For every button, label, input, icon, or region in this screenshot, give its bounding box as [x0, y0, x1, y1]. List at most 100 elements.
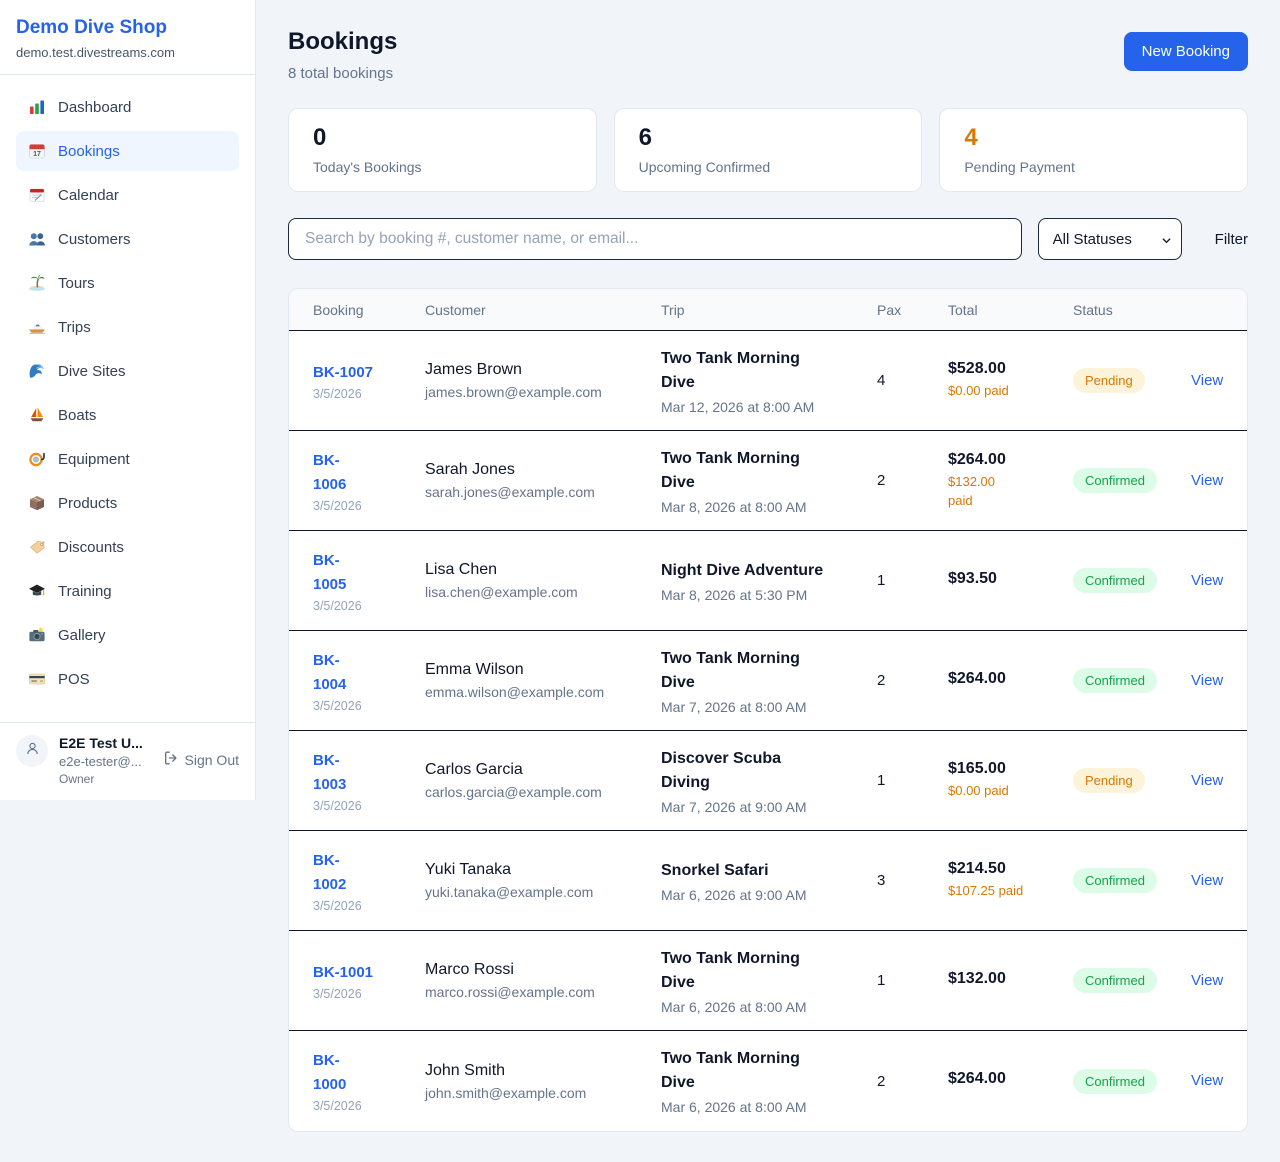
total-amount: $93.50	[948, 570, 1073, 588]
customer-cell: John Smithjohn.smith@example.com	[425, 1062, 661, 1101]
sidebar-item-equipment[interactable]: Equipment	[16, 439, 239, 479]
booking-number-link[interactable]: BK-1002	[313, 849, 351, 897]
pax-value: 1	[877, 972, 948, 989]
sidebar-item-products[interactable]: Products	[16, 483, 239, 523]
status-filter-select[interactable]: All Statuses	[1038, 218, 1182, 260]
sign-out-button[interactable]: Sign Out	[163, 750, 239, 769]
column-header-status: Status	[1073, 302, 1191, 318]
customer-cell: Lisa Chenlisa.chen@example.com	[425, 561, 661, 600]
column-header-pax: Pax	[877, 302, 948, 318]
view-link[interactable]: View	[1191, 872, 1223, 889]
trip-time: Mar 6, 2026 at 9:00 AM	[661, 887, 877, 903]
sidebar: Demo Dive Shop demo.test.divestreams.com…	[0, 0, 256, 800]
dashboard-icon	[28, 98, 46, 116]
status-badge: Pending	[1073, 368, 1145, 393]
trip-name: Night Dive Adventure	[661, 559, 827, 583]
sidebar-item-training[interactable]: Training	[16, 571, 239, 611]
customer-name: John Smith	[425, 1062, 661, 1080]
view-link[interactable]: View	[1191, 1072, 1223, 1089]
equipment-icon	[28, 450, 46, 468]
booking-cell: BK-10033/5/2026	[313, 749, 425, 813]
boats-icon	[28, 406, 46, 424]
sidebar-item-calendar[interactable]: Calendar	[16, 175, 239, 215]
booking-cell: BK-1000 3/5/2026	[313, 1049, 425, 1113]
sidebar-item-customers[interactable]: Customers	[16, 219, 239, 259]
status-cell: Confirmed	[1073, 668, 1191, 693]
actions-cell: View	[1191, 772, 1223, 790]
view-link[interactable]: View	[1191, 772, 1223, 789]
booking-cell: BK-10053/5/2026	[313, 549, 425, 613]
trip-cell: Two Tank Morning DiveMar 8, 2026 at 8:00…	[661, 447, 877, 515]
pax-value: 4	[877, 372, 948, 389]
sidebar-item-label: Discounts	[58, 539, 124, 556]
stat-card-pending-payment: 4 Pending Payment	[939, 108, 1248, 192]
filter-row: All Statuses Filter	[288, 218, 1248, 260]
booking-number-link[interactable]: BK-1001	[313, 964, 373, 981]
view-link[interactable]: View	[1191, 572, 1223, 589]
view-link[interactable]: View	[1191, 672, 1223, 689]
stat-label: Today's Bookings	[313, 159, 572, 175]
trip-time: Mar 12, 2026 at 8:00 AM	[661, 399, 877, 415]
sidebar-item-tours[interactable]: Tours	[16, 263, 239, 303]
sidebar-item-label: Products	[58, 495, 117, 512]
pos-icon	[28, 670, 46, 688]
booking-date: 3/5/2026	[313, 1099, 425, 1113]
booking-cell: BK-10063/5/2026	[313, 449, 425, 513]
booking-number-link[interactable]: BK-1006	[313, 449, 351, 497]
paid-amount: $107.25 paid	[948, 882, 1073, 901]
customer-name: Emma Wilson	[425, 661, 661, 679]
customer-email: emma.wilson@example.com	[425, 684, 661, 700]
customer-name: Marco Rossi	[425, 961, 661, 979]
booking-number-link[interactable]: BK-1007	[313, 364, 373, 381]
total-amount: $264.00	[948, 670, 1073, 688]
stat-value: 4	[964, 124, 1223, 152]
customer-email: carlos.garcia@example.com	[425, 784, 661, 800]
trip-time: Mar 8, 2026 at 5:30 PM	[661, 587, 877, 603]
pax-value: 2	[877, 1073, 948, 1090]
column-header-booking: Booking	[313, 302, 425, 318]
filter-button[interactable]: Filter	[1215, 231, 1248, 248]
customer-cell: Sarah Jonessarah.jones@example.com	[425, 461, 661, 500]
sidebar-item-dive-sites[interactable]: Dive Sites	[16, 351, 239, 391]
training-icon	[28, 582, 46, 600]
booking-date: 3/5/2026	[313, 987, 425, 1001]
total-cell: $93.50	[948, 570, 1073, 592]
products-icon	[28, 494, 46, 512]
new-booking-button[interactable]: New Booking	[1124, 32, 1248, 71]
booking-number-link[interactable]: BK-1004	[313, 649, 351, 697]
sidebar-item-bookings[interactable]: 17 Bookings	[16, 131, 239, 171]
column-header-customer: Customer	[425, 302, 661, 318]
booking-date: 3/5/2026	[313, 699, 425, 713]
booking-number-link[interactable]: BK-1005	[313, 549, 351, 597]
total-amount: $165.00	[948, 760, 1073, 778]
booking-number-link[interactable]: BK-1003	[313, 749, 351, 797]
customer-email: yuki.tanaka@example.com	[425, 884, 661, 900]
sidebar-item-pos[interactable]: POS	[16, 659, 239, 699]
sidebar-item-boats[interactable]: Boats	[16, 395, 239, 435]
sidebar-item-gallery[interactable]: Gallery	[16, 615, 239, 655]
customer-name: Lisa Chen	[425, 561, 661, 579]
total-cell: $528.00$0.00 paid	[948, 360, 1073, 401]
stat-value: 0	[313, 124, 572, 152]
search-input[interactable]	[288, 218, 1022, 260]
customers-icon	[28, 230, 46, 248]
view-link[interactable]: View	[1191, 372, 1223, 389]
sidebar-item-label: Gallery	[58, 627, 106, 644]
pax-value: 1	[877, 572, 948, 589]
customer-name: Sarah Jones	[425, 461, 661, 479]
brand-name[interactable]: Demo Dive Shop	[16, 17, 239, 39]
table-row: BK-10013/5/2026 Marco Rossimarco.rossi@e…	[289, 931, 1247, 1031]
view-link[interactable]: View	[1191, 972, 1223, 989]
trip-cell: Night Dive Adventure Mar 8, 2026 at 5:30 …	[661, 559, 877, 603]
view-link[interactable]: View	[1191, 472, 1223, 489]
status-badge: Confirmed	[1073, 668, 1157, 693]
booking-number-link[interactable]: BK-1000	[313, 1049, 351, 1097]
sidebar-item-discounts[interactable]: Discounts	[16, 527, 239, 567]
booking-cell: BK-10073/5/2026	[313, 361, 425, 401]
sidebar-item-label: Customers	[58, 231, 131, 248]
sidebar-item-trips[interactable]: Trips	[16, 307, 239, 347]
trip-name: Two Tank Morning Dive	[661, 347, 827, 395]
booking-cell: BK-1004 3/5/2026	[313, 649, 425, 713]
sidebar-item-dashboard[interactable]: Dashboard	[16, 87, 239, 127]
pax-value: 2	[877, 472, 948, 489]
